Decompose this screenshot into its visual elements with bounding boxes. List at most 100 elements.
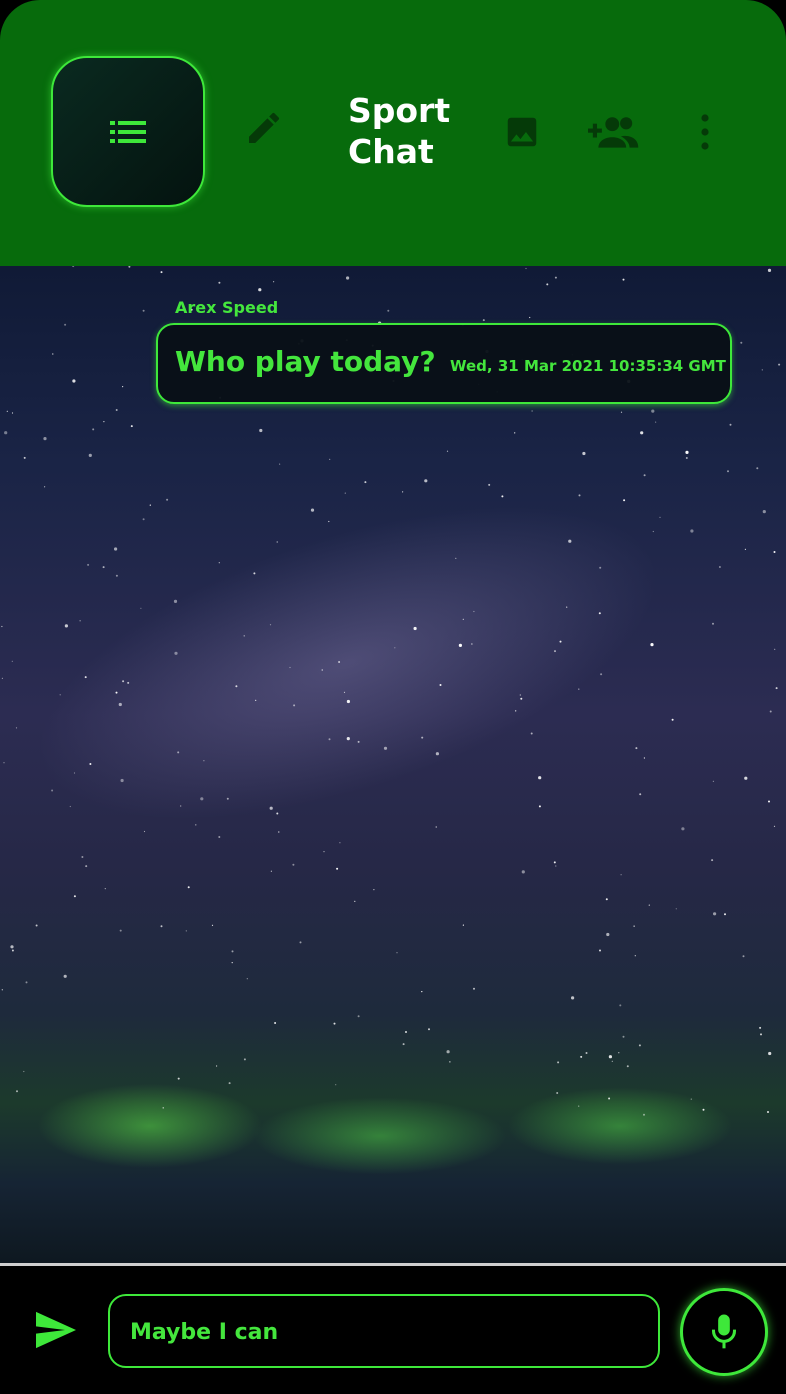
composer-bar bbox=[0, 1266, 786, 1394]
star bbox=[455, 557, 457, 559]
star bbox=[276, 812, 279, 815]
star bbox=[651, 409, 655, 413]
star bbox=[514, 432, 516, 434]
star bbox=[578, 688, 580, 690]
star bbox=[269, 806, 273, 810]
star bbox=[259, 428, 263, 433]
star bbox=[538, 805, 541, 808]
message-input[interactable] bbox=[128, 1296, 642, 1368]
star bbox=[329, 458, 331, 460]
star bbox=[521, 870, 525, 874]
star bbox=[501, 495, 504, 498]
mic-button[interactable] bbox=[680, 1288, 768, 1376]
star bbox=[554, 276, 557, 279]
star bbox=[10, 945, 14, 949]
star bbox=[59, 694, 61, 696]
star bbox=[211, 924, 214, 926]
star bbox=[226, 797, 229, 800]
star bbox=[638, 1044, 641, 1047]
star bbox=[1, 625, 3, 628]
star bbox=[122, 386, 124, 388]
star bbox=[681, 827, 685, 831]
star bbox=[43, 437, 47, 441]
message-sender: Arex Speed bbox=[175, 298, 279, 317]
star bbox=[571, 996, 575, 1000]
star bbox=[51, 789, 54, 792]
star bbox=[23, 1070, 25, 1073]
message-timestamp: Wed, 31 Mar 2021 10:35:34 GMT bbox=[450, 357, 726, 375]
star bbox=[87, 563, 90, 566]
star bbox=[4, 431, 8, 435]
star bbox=[655, 421, 657, 423]
star bbox=[774, 648, 776, 650]
star bbox=[383, 746, 388, 750]
star bbox=[761, 369, 763, 371]
star bbox=[323, 851, 325, 853]
star bbox=[713, 912, 717, 916]
star bbox=[515, 710, 517, 712]
star bbox=[773, 825, 776, 827]
star bbox=[73, 772, 76, 774]
star bbox=[446, 450, 449, 452]
star bbox=[343, 691, 346, 693]
star bbox=[556, 1092, 559, 1094]
chat-background: Arex Speed Who play today? Wed, 31 Mar 2… bbox=[0, 266, 786, 1263]
star bbox=[568, 539, 572, 543]
star bbox=[626, 1065, 629, 1068]
send-icon[interactable] bbox=[34, 1310, 78, 1350]
star bbox=[402, 1043, 405, 1046]
star bbox=[606, 932, 610, 937]
image-icon[interactable] bbox=[503, 113, 541, 151]
star bbox=[635, 747, 638, 750]
star bbox=[276, 541, 278, 543]
star bbox=[269, 624, 272, 626]
star bbox=[396, 952, 398, 954]
star bbox=[25, 981, 28, 984]
star bbox=[555, 865, 557, 867]
star bbox=[769, 710, 772, 713]
star bbox=[608, 1097, 611, 1100]
star bbox=[81, 856, 84, 858]
message-bubble[interactable]: Who play today? Wed, 31 Mar 2021 10:35:3… bbox=[156, 323, 732, 404]
more-vertical-icon[interactable] bbox=[695, 112, 715, 152]
star bbox=[143, 830, 146, 833]
star bbox=[373, 889, 375, 891]
star bbox=[622, 278, 625, 281]
star bbox=[346, 699, 350, 704]
star-field bbox=[1, 266, 781, 1116]
star bbox=[279, 463, 281, 465]
star bbox=[344, 492, 346, 494]
star bbox=[559, 640, 562, 643]
star bbox=[529, 316, 531, 319]
star bbox=[756, 467, 759, 470]
menu-button[interactable] bbox=[51, 56, 205, 207]
edit-icon[interactable] bbox=[244, 108, 284, 148]
message-text: Who play today? bbox=[175, 345, 436, 378]
star bbox=[643, 757, 646, 759]
star bbox=[177, 751, 180, 754]
star bbox=[44, 486, 46, 488]
star bbox=[218, 281, 221, 284]
star bbox=[640, 431, 644, 435]
star bbox=[611, 1060, 613, 1062]
star bbox=[1, 989, 3, 991]
star bbox=[599, 949, 601, 952]
star bbox=[439, 684, 442, 686]
star bbox=[187, 886, 190, 889]
star bbox=[605, 898, 608, 901]
star bbox=[200, 797, 204, 801]
add-group-icon[interactable] bbox=[588, 114, 640, 150]
star bbox=[11, 660, 13, 662]
star bbox=[64, 323, 67, 326]
star bbox=[177, 1077, 180, 1080]
star bbox=[619, 1004, 622, 1007]
star bbox=[557, 1061, 560, 1064]
page-title: Sport Chat bbox=[348, 91, 451, 171]
star bbox=[114, 547, 118, 551]
star bbox=[446, 1050, 450, 1054]
star bbox=[473, 987, 475, 990]
star bbox=[338, 661, 341, 663]
star bbox=[744, 776, 748, 780]
star bbox=[11, 949, 14, 952]
star bbox=[690, 529, 694, 533]
